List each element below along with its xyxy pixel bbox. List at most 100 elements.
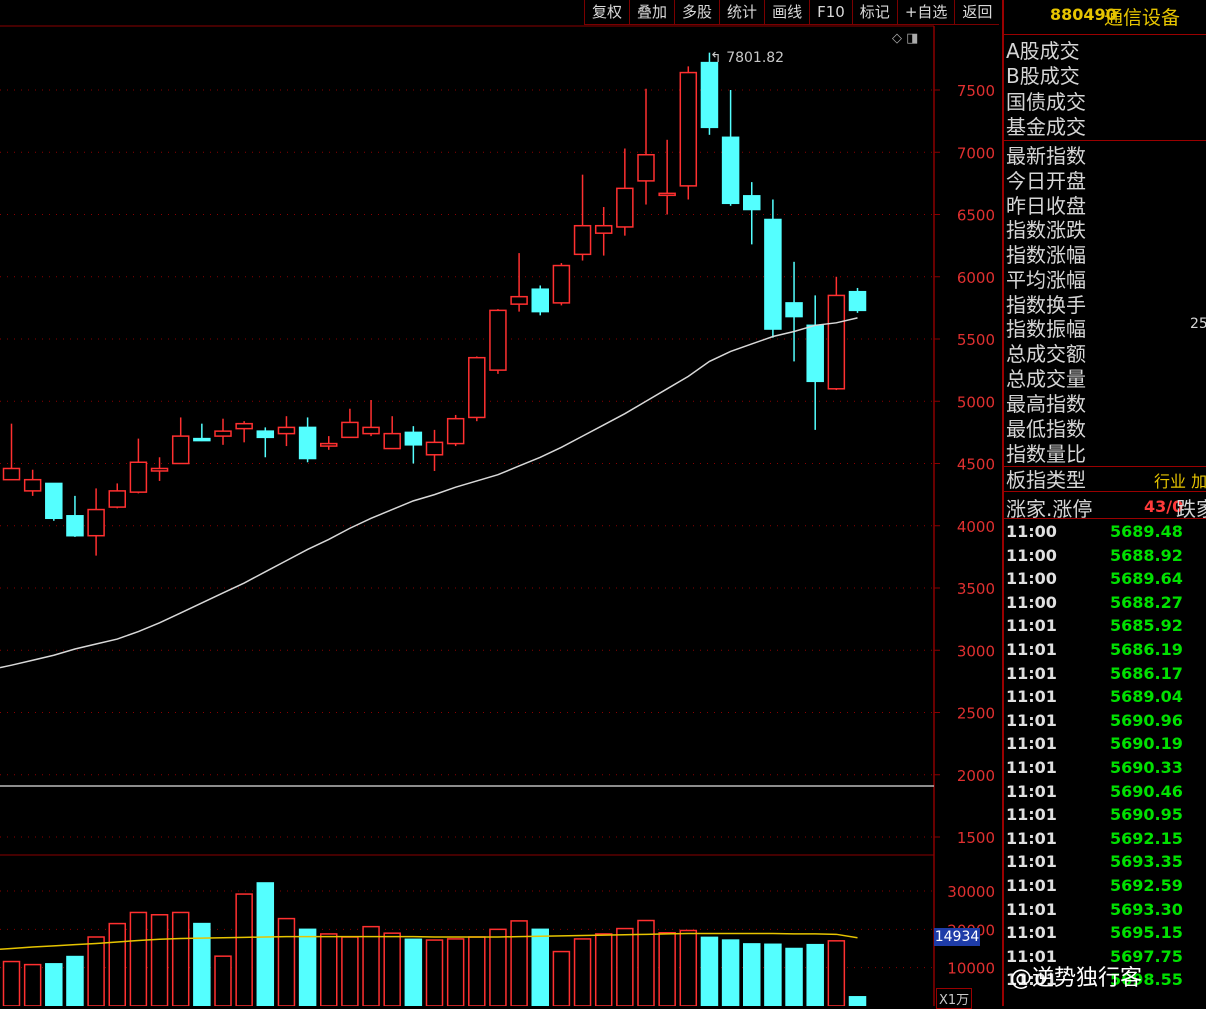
tick-price: 5689.04 <box>1110 687 1183 707</box>
volume-bar <box>679 929 698 1006</box>
peak-price-label: ↰ 7801.82 <box>710 50 785 66</box>
volume-bar <box>637 919 655 1006</box>
statistics-button[interactable]: 统计 <box>719 0 765 25</box>
tick-row: 11:01 5686.19 <box>1004 640 1206 663</box>
current-volume-badge: 14934 <box>934 928 980 946</box>
candle-body <box>193 437 211 442</box>
candle-body <box>848 290 867 312</box>
tick-time: 11:01 <box>1006 616 1057 636</box>
divider <box>1004 491 1206 492</box>
fuquan-button[interactable]: 复权 <box>584 0 630 25</box>
candle-body <box>658 192 676 197</box>
volume-bar <box>150 914 169 1006</box>
draw-line-button[interactable]: 画线 <box>764 0 810 25</box>
tick-time: 11:01 <box>1006 923 1057 943</box>
tick-time: 11:00 <box>1006 592 1057 612</box>
candle-body <box>404 431 423 446</box>
candle-body <box>468 356 486 419</box>
tick-row: 11:01 5692.59 <box>1004 876 1206 899</box>
price-tick-label: 7000 <box>957 144 995 162</box>
multi-stock-button[interactable]: 多股 <box>674 0 720 25</box>
candle-body <box>637 153 655 182</box>
tick-row: 11:01 5690.96 <box>1004 711 1206 734</box>
volume-bar <box>743 943 761 1006</box>
tick-row: 11:01 5695.15 <box>1004 923 1206 946</box>
tick-time: 11:01 <box>1006 640 1057 659</box>
candle-body <box>531 288 549 313</box>
mark-button[interactable]: 标记 <box>851 0 897 25</box>
tick-price: 5689.64 <box>1110 569 1183 589</box>
price-tick-label: 5500 <box>957 331 995 349</box>
volume-bar <box>827 940 846 1006</box>
stat-label: B股成交 <box>1006 64 1080 88</box>
candle-body <box>446 417 465 445</box>
volume-bar <box>45 963 63 1006</box>
candle-body <box>214 430 232 437</box>
volume-bar <box>341 936 359 1006</box>
chart-settings-icon[interactable]: ◇ ◨ <box>892 31 918 46</box>
tick-price: 5692.15 <box>1110 828 1183 848</box>
volume-bar <box>214 955 232 1006</box>
volume-bar <box>425 939 444 1006</box>
tick-row: 11:01 5689.04 <box>1004 687 1206 710</box>
candle-body <box>108 490 126 508</box>
board-type-value: 行业 加 <box>1154 472 1206 491</box>
tick-price: 5693.35 <box>1110 852 1183 872</box>
tick-time: 11:00 <box>1006 522 1057 541</box>
volume-bar <box>658 932 676 1006</box>
tick-time: 11:01 <box>1006 876 1057 895</box>
volume-bar <box>298 928 317 1006</box>
volume-bar <box>594 933 613 1006</box>
moving-average-line <box>0 317 858 669</box>
volume-bar <box>23 963 42 1006</box>
candle-body <box>425 441 444 456</box>
tick-price: 5685.92 <box>1110 616 1183 636</box>
volume-bar <box>171 911 190 1006</box>
candle-body <box>341 421 359 439</box>
tick-price: 5690.95 <box>1110 805 1183 825</box>
tick-row: 11:01 5690.19 <box>1004 734 1206 757</box>
stat-label: 基金成交 <box>1006 115 1086 139</box>
board-type-label: 板指类型 <box>1006 468 1086 492</box>
tick-row: 11:01 5690.33 <box>1004 758 1206 781</box>
tick-row: 11:01 5692.15 <box>1004 829 1206 852</box>
index-name: 通信设备 <box>1104 7 1181 29</box>
price-tick-label: 3000 <box>957 642 995 660</box>
price-tick-label: 6000 <box>957 269 995 287</box>
divider <box>1004 140 1206 141</box>
volume-bar <box>193 922 211 1006</box>
price-tick-label: 3500 <box>957 580 995 598</box>
tick-row: 11:00 5689.64 <box>1004 569 1206 592</box>
candle-body <box>594 224 613 234</box>
tick-row: 11:00 5688.92 <box>1004 546 1206 569</box>
f10-button[interactable]: F10 <box>809 0 852 25</box>
tick-time: 11:01 <box>1006 687 1057 707</box>
volume-bar <box>108 922 126 1006</box>
toolbar: 复权 叠加 多股 统计 画线 F10 标记 +自选 返回 <box>584 0 1000 26</box>
candle-body <box>679 71 698 187</box>
tick-row: 11:01 5686.17 <box>1004 664 1206 687</box>
volume-bar <box>256 882 275 1006</box>
candle-body <box>827 294 846 390</box>
tick-row: 11:01 5690.46 <box>1004 782 1206 805</box>
candle-body <box>235 422 253 430</box>
candle-body <box>256 430 275 439</box>
volume-bar <box>129 911 148 1006</box>
tick-time: 11:00 <box>1006 545 1057 565</box>
volume-bar <box>446 938 465 1006</box>
tick-time: 11:01 <box>1006 710 1057 730</box>
overlay-button[interactable]: 叠加 <box>629 0 675 25</box>
price-tick-label: 6500 <box>957 207 995 225</box>
volume-bar <box>510 920 528 1006</box>
divider <box>1004 518 1206 519</box>
candle-body <box>87 508 105 537</box>
back-button[interactable]: 返回 <box>954 0 1000 25</box>
price-tick-label: 1500 <box>957 829 995 847</box>
add-watchlist-button[interactable]: +自选 <box>896 0 955 25</box>
volume-bar <box>66 955 84 1006</box>
volume-bar <box>2 960 21 1006</box>
tick-price: 5690.33 <box>1110 758 1183 777</box>
volume-bar <box>616 927 634 1006</box>
candle-body <box>298 426 317 460</box>
panel-header: 880490 通信设备 <box>1004 0 1206 35</box>
